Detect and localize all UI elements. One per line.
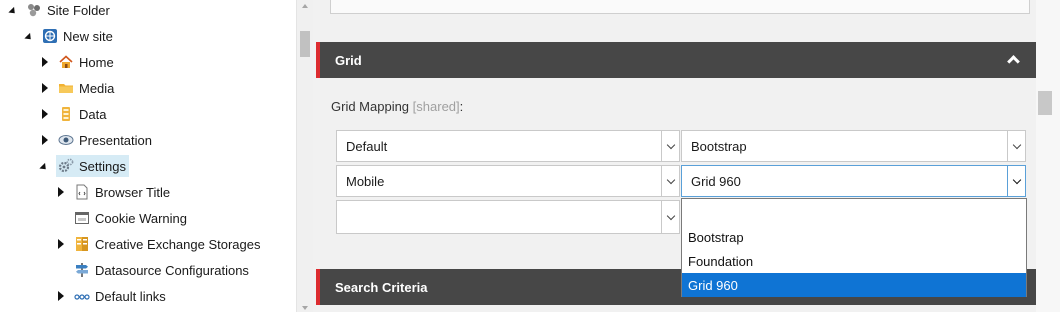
tree-node-browser-title[interactable]: Browser Title bbox=[56, 180, 170, 204]
grid-select-mobile[interactable]: Grid 960 bbox=[681, 165, 1026, 197]
tree-node-label: Home bbox=[79, 54, 114, 70]
collapse-arrow-icon[interactable] bbox=[24, 31, 34, 42]
scroll-up-arrow-icon[interactable] bbox=[302, 4, 308, 8]
tree-node-presentation[interactable]: Presentation bbox=[40, 128, 152, 152]
expand-arrow-icon[interactable] bbox=[40, 109, 50, 119]
scroll-down-arrow-icon[interactable] bbox=[302, 306, 308, 310]
signpost-icon bbox=[74, 262, 90, 278]
select-value: Default bbox=[346, 138, 388, 154]
gears-icon bbox=[58, 158, 74, 174]
device-select-empty[interactable] bbox=[336, 200, 680, 234]
dropdown-chevron-icon[interactable] bbox=[661, 201, 679, 233]
dropdown-option-grid-960[interactable]: Grid 960 bbox=[682, 273, 1026, 297]
tree-node-selection: Settings bbox=[56, 155, 129, 177]
tree-node-new-site[interactable]: New site bbox=[24, 24, 113, 48]
tree-node-label: Presentation bbox=[79, 132, 152, 148]
eye-icon bbox=[58, 132, 74, 148]
shared-tag: [shared] bbox=[412, 99, 460, 114]
tree-node-data[interactable]: Data bbox=[40, 102, 106, 126]
no-arrow bbox=[56, 213, 66, 223]
storage-icon bbox=[74, 236, 90, 252]
collapse-arrow-icon[interactable] bbox=[8, 5, 18, 16]
tree-node-datasource-configurations[interactable]: Datasource Configurations bbox=[56, 258, 249, 282]
field-label-colon: : bbox=[459, 99, 464, 114]
site-folder-icon bbox=[26, 2, 42, 18]
dropdown-option-blank[interactable] bbox=[682, 199, 1026, 225]
dropdown-chevron-icon[interactable] bbox=[661, 166, 679, 196]
data-icon bbox=[58, 106, 74, 122]
previous-field-box bbox=[330, 0, 1030, 14]
tree-node-label: Site Folder bbox=[47, 2, 110, 18]
tree-node-label: Datasource Configurations bbox=[95, 262, 249, 278]
collapse-arrow-icon[interactable] bbox=[39, 161, 49, 172]
content-editor: Grid Grid Mapping [shared]: Default Boot… bbox=[313, 0, 1036, 312]
expand-arrow-icon[interactable] bbox=[40, 57, 50, 67]
tree-node-cookie-warning[interactable]: Cookie Warning bbox=[56, 206, 187, 230]
editor-scrollbar-thumb[interactable] bbox=[1038, 91, 1052, 115]
expand-arrow-icon[interactable] bbox=[56, 187, 66, 197]
select-value: Bootstrap bbox=[691, 138, 747, 154]
expand-arrow-icon[interactable] bbox=[56, 291, 66, 301]
grid-section-header[interactable]: Grid bbox=[316, 42, 1036, 78]
tree-scrollbar[interactable] bbox=[296, 0, 313, 312]
collapse-chevron-up-icon[interactable] bbox=[1007, 55, 1020, 68]
grid-dropdown-list[interactable]: Bootstrap Foundation Grid 960 bbox=[681, 198, 1027, 297]
media-folder-icon bbox=[58, 80, 74, 96]
window-icon bbox=[74, 210, 90, 226]
tree-scrollbar-thumb[interactable] bbox=[300, 31, 310, 57]
field-label-text: Grid Mapping bbox=[331, 99, 410, 114]
dropdown-chevron-icon[interactable] bbox=[1007, 166, 1025, 196]
site-globe-icon bbox=[42, 28, 58, 44]
document-icon bbox=[74, 184, 90, 200]
tree-node-default-links[interactable]: Default links bbox=[56, 284, 166, 308]
dropdown-chevron-icon[interactable] bbox=[1007, 131, 1025, 161]
grid-select-default[interactable]: Bootstrap bbox=[681, 130, 1026, 162]
tree-node-label: Media bbox=[79, 80, 115, 96]
expand-arrow-icon[interactable] bbox=[40, 135, 50, 145]
tree-node-site-folder[interactable]: Site Folder bbox=[8, 0, 110, 22]
tree-node-label: Data bbox=[79, 106, 107, 122]
select-value: Grid 960 bbox=[691, 173, 741, 189]
tree-node-home[interactable]: Home bbox=[40, 50, 114, 74]
select-value: Mobile bbox=[346, 173, 385, 189]
links-icon bbox=[74, 288, 90, 304]
section-title: Grid bbox=[335, 52, 362, 68]
device-select-mobile[interactable]: Mobile bbox=[336, 165, 680, 197]
content-tree: Site Folder New site Home Media Data Pre… bbox=[0, 0, 296, 312]
tree-node-label: Browser Title bbox=[95, 184, 171, 200]
dropdown-option-foundation[interactable]: Foundation bbox=[682, 249, 1026, 273]
expand-arrow-icon[interactable] bbox=[56, 239, 66, 249]
grid-mapping-label: Grid Mapping [shared]: bbox=[331, 99, 463, 114]
tree-node-label: Cookie Warning bbox=[95, 210, 188, 226]
dropdown-option-bootstrap[interactable]: Bootstrap bbox=[682, 225, 1026, 249]
device-select-default[interactable]: Default bbox=[336, 130, 680, 162]
expand-arrow-icon[interactable] bbox=[40, 83, 50, 93]
no-arrow bbox=[56, 265, 66, 275]
home-icon bbox=[58, 54, 74, 70]
tree-node-creative-exchange-storages[interactable]: Creative Exchange Storages bbox=[56, 232, 260, 256]
section-title: Search Criteria bbox=[335, 279, 428, 295]
tree-node-label: New site bbox=[63, 28, 113, 44]
tree-node-media[interactable]: Media bbox=[40, 76, 114, 100]
tree-node-label: Creative Exchange Storages bbox=[95, 236, 261, 252]
tree-node-label: Settings bbox=[79, 158, 126, 174]
dropdown-chevron-icon[interactable] bbox=[661, 131, 679, 161]
tree-node-settings[interactable]: Settings bbox=[39, 154, 129, 178]
editor-scrollbar[interactable] bbox=[1036, 0, 1060, 312]
tree-node-label: Default links bbox=[95, 288, 166, 304]
